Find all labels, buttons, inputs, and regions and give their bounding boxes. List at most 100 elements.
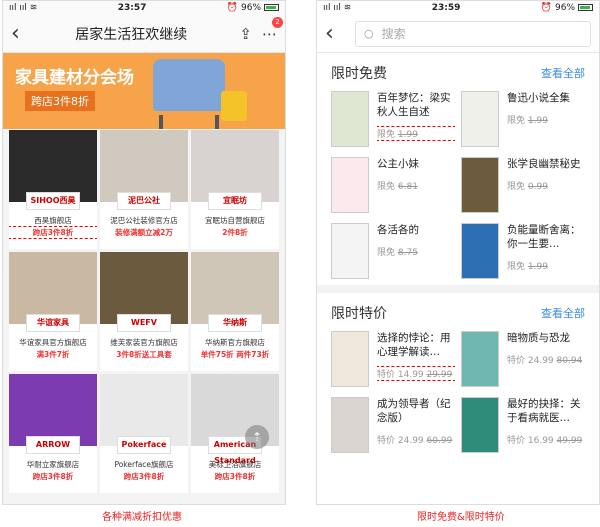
free-book-list: 百年梦忆：梁实秋人生自述 限免 1.99 鲁迅小说全集 限免 1.99 公主小妹 限免 6… <box>331 91 585 281</box>
status-right: ⏰ 96% <box>227 3 279 13</box>
search-input[interactable]: ○ 搜索 <box>355 20 591 47</box>
page-title: 居家生活狂欢继续 <box>75 26 188 43</box>
book-item[interactable]: 暗物质与恐龙 特价 24.99 80.94 <box>461 331 585 389</box>
book-item[interactable]: 最好的抉择：关于看病就医… 特价 16.99 49.99 <box>461 397 585 455</box>
store-name: 华耐立家旗舰店 <box>26 460 80 469</box>
price-label: 限免 <box>377 248 396 258</box>
right-caption: 限时免费&限时特价 <box>417 512 505 523</box>
store-card[interactable]: ARROW 华耐立家旗舰店 跨店3件8折 <box>9 374 97 493</box>
book-info: 百年梦忆：梁实秋人生自述 限免 1.99 <box>377 91 455 149</box>
book-cover <box>461 91 499 147</box>
store-card[interactable]: WEFV 维芙家装官方旗舰店 3件8折送工具套 <box>100 252 188 371</box>
notification-badge: 2 <box>272 16 283 28</box>
book-price: 限免 1.99 <box>507 259 585 272</box>
battery-icon <box>578 4 593 11</box>
price-original: 1.99 <box>527 116 548 126</box>
book-title: 张学良幽禁秘史 <box>507 158 581 170</box>
battery-icon <box>264 4 279 11</box>
book-info: 鲁迅小说全集 限免 1.99 <box>507 91 570 149</box>
share-icon[interactable]: ⇪ <box>239 25 252 43</box>
store-card[interactable]: Pokerface Pokerface旗舰店 跨店3件8折 <box>100 374 188 493</box>
store-logo: ARROW <box>26 436 80 454</box>
section-divider <box>317 285 599 293</box>
scroll-top-icon[interactable]: ⇡ <box>245 425 269 449</box>
book-cover <box>461 331 499 387</box>
price-original: 6.81 <box>397 182 418 192</box>
book-cover <box>331 331 369 387</box>
price-now: 24.99 <box>397 436 424 446</box>
book-info: 成为领导者（纪念版） 特价 24.99 60.99 <box>377 397 455 455</box>
search-placeholder: 搜索 <box>381 27 406 41</box>
left-caption: 各种满减折扣优惠 <box>102 512 182 523</box>
price-label: 限免 <box>377 182 396 192</box>
signal-indicator: ııl ııl ≋ <box>9 3 38 13</box>
store-name: 宜眠坊自营旗舰店 <box>205 216 265 225</box>
status-battery-text: ⏰ 96% <box>540 3 575 13</box>
book-item[interactable]: 张学良幽禁秘史 限免 0.99 <box>461 157 585 215</box>
price-original: 8.75 <box>397 248 418 258</box>
book-cover <box>461 223 499 279</box>
store-name: 美标卫浴旗舰店 <box>208 460 262 469</box>
price-label: 限免 <box>507 116 526 126</box>
store-name: 华谊家具官方旗舰店 <box>19 338 87 347</box>
banner-subtitle: 跨店3件8折 <box>25 91 95 111</box>
store-logo: SIHOO西昊 <box>26 192 80 210</box>
price-now: 14.99 <box>397 370 424 380</box>
store-card[interactable]: SIHOO西昊 西昊旗舰店 跨店3件8折 <box>9 130 97 249</box>
store-name: Pokerface旗舰店 <box>114 460 174 469</box>
store-card[interactable]: 华纳斯 华纳斯官方旗舰店 单件75折 两件73折 <box>191 252 279 371</box>
store-promo: 跨店3件8折 <box>123 472 165 481</box>
special-view-all-link[interactable]: 查看全部 <box>541 305 585 321</box>
price-label: 特价 <box>377 436 396 446</box>
store-logo: WEFV <box>117 314 171 332</box>
store-logo: 华谊家具 <box>26 314 80 332</box>
store-logo: 泥巴公社 <box>117 192 171 210</box>
price-label: 限免 <box>507 182 526 192</box>
chair-illustration <box>153 59 225 129</box>
book-item[interactable]: 选择的悖论：用心理学解读… 特价 14.99 29.99 <box>331 331 455 389</box>
book-item[interactable]: 成为领导者（纪念版） 特价 24.99 60.99 <box>331 397 455 455</box>
store-promo: 跨店3件8折 <box>9 226 97 239</box>
price-now: 24.99 <box>527 356 554 366</box>
book-price: 限免 6.81 <box>377 179 419 192</box>
book-info: 公主小妹 限免 6.81 <box>377 157 419 215</box>
store-card[interactable]: 华谊家具 华谊家具官方旗舰店 满3件7折 <box>9 252 97 371</box>
book-title: 负能量断舍离：你一生要… <box>507 224 581 250</box>
back-icon[interactable]: ‹ <box>11 21 33 46</box>
promo-banner[interactable]: 家具建材分会场 跨店3件8折 <box>3 53 285 129</box>
store-promo: 装修满额立减2万 <box>115 228 173 237</box>
price-label: 特价 <box>507 356 526 366</box>
status-right: ⏰ 96% <box>541 3 593 13</box>
book-item[interactable]: 各活各的 限免 8.75 <box>331 223 455 281</box>
store-card[interactable]: 宜眠坊 宜眠坊自营旗舰店 2件8折 <box>191 130 279 249</box>
book-price: 特价 24.99 60.99 <box>377 433 455 446</box>
price-original: 49.99 <box>556 436 583 446</box>
store-promo: 跨店3件8折 <box>32 472 74 481</box>
free-section-title: 限时免费 <box>331 66 387 82</box>
price-now: 16.99 <box>527 436 554 446</box>
status-bar: ııl ııl ≋ 23:57 ⏰ 96% <box>3 1 285 15</box>
store-card[interactable]: 泥巴公社 泥巴公社装修官方店 装修满额立减2万 <box>100 130 188 249</box>
book-price: 特价 14.99 29.99 <box>377 366 455 381</box>
more-icon[interactable]: ⋯ 2 <box>262 16 283 43</box>
price-original: 80.94 <box>556 356 583 366</box>
right-screenshot: ııl ııl ≋ 23:59 ⏰ 96% ‹ ○ 搜索 限时免费 查看全部 百年梦… <box>316 0 600 505</box>
search-icon: ○ <box>364 27 374 40</box>
book-cover <box>331 91 369 147</box>
price-original: 29.99 <box>426 370 453 380</box>
back-icon[interactable]: ‹ <box>325 21 347 46</box>
status-time: 23:59 <box>431 3 461 13</box>
book-item[interactable]: 百年梦忆：梁实秋人生自述 限免 1.99 <box>331 91 455 149</box>
book-price: 限免 1.99 <box>507 113 570 126</box>
mascot-illustration <box>221 91 247 121</box>
status-battery-text: ⏰ 96% <box>226 3 261 13</box>
book-item[interactable]: 负能量断舍离：你一生要… 限免 1.99 <box>461 223 585 281</box>
book-item[interactable]: 鲁迅小说全集 限免 1.99 <box>461 91 585 149</box>
book-price: 限免 1.99 <box>377 126 455 141</box>
store-logo: 华纳斯 <box>208 314 262 332</box>
store-grid: SIHOO西昊 西昊旗舰店 跨店3件8折 泥巴公社 泥巴公社装修官方店 装修满额立减2万宜… <box>9 130 281 493</box>
book-title: 最好的抉择：关于看病就医… <box>507 398 581 424</box>
book-info: 各活各的 限免 8.75 <box>377 223 419 281</box>
book-item[interactable]: 公主小妹 限免 6.81 <box>331 157 455 215</box>
free-view-all-link[interactable]: 查看全部 <box>541 65 585 81</box>
